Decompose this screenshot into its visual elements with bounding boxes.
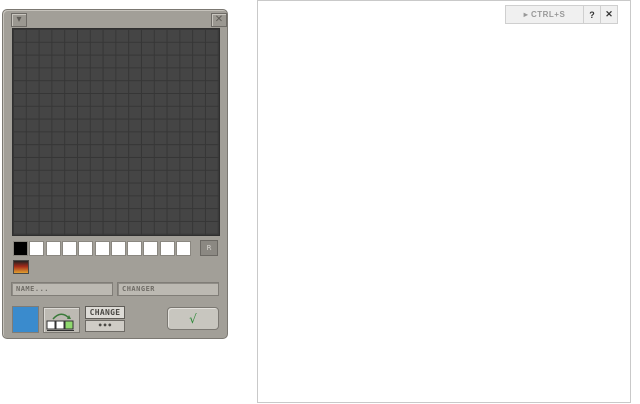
changer-field[interactable]: CHANGER — [117, 282, 219, 296]
name-input[interactable]: NAME... — [11, 282, 113, 296]
frames-icon — [46, 313, 74, 331]
more-options-button[interactable]: ••• — [85, 320, 125, 332]
reset-button[interactable]: R — [200, 240, 218, 256]
menu-toggle-button[interactable]: ▾ — [11, 13, 27, 27]
selected-color-preview[interactable] — [12, 306, 39, 333]
palette-swatch[interactable] — [13, 241, 28, 256]
palette-swatch[interactable] — [127, 241, 143, 256]
change-button[interactable]: CHANGE — [85, 306, 125, 319]
palette-swatch[interactable] — [29, 241, 45, 256]
close-panel-button[interactable]: ✕ — [211, 13, 227, 27]
help-button[interactable]: ? — [583, 5, 601, 24]
preview-canvas[interactable] — [257, 0, 631, 403]
frames-tool-button[interactable] — [43, 307, 80, 333]
palette-swatch[interactable] — [110, 241, 126, 256]
palette-swatch[interactable] — [176, 241, 191, 256]
palette-swatch[interactable] — [78, 241, 94, 256]
gradient-swatch[interactable] — [13, 260, 29, 274]
pixel-grid[interactable] — [12, 28, 220, 236]
checkmark-icon: √ — [189, 311, 197, 326]
chevron-down-icon: ▾ — [16, 14, 22, 25]
close-canvas-button[interactable]: ✕ — [600, 5, 618, 24]
palette-swatch[interactable] — [61, 241, 77, 256]
pixel-grid-cells[interactable] — [13, 29, 219, 235]
color-palette — [13, 241, 218, 256]
save-shortcut-button[interactable]: ▸ CTRL+S — [505, 5, 584, 24]
confirm-button[interactable]: √ — [167, 307, 219, 330]
palette-swatch[interactable] — [94, 241, 110, 256]
palette-swatch[interactable] — [45, 241, 61, 256]
pixel-editor-panel: ▾ ✕ R NAME... CHANGER CHANGE ••• √ — [2, 9, 228, 339]
close-icon: ✕ — [214, 14, 224, 25]
palette-swatch[interactable] — [159, 241, 175, 256]
palette-swatch[interactable] — [143, 241, 159, 256]
